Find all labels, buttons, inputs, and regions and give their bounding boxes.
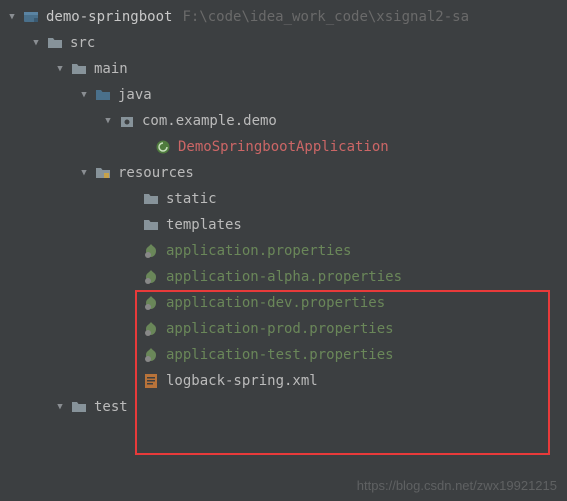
project-tree: demo-springboot F:\code\idea_work_code\x…	[0, 0, 567, 424]
node-label: application-prod.properties	[166, 321, 394, 337]
tree-node-templates[interactable]: templates	[0, 212, 567, 238]
node-label: application.properties	[166, 243, 351, 259]
spring-config-icon	[142, 320, 160, 338]
spring-config-icon	[142, 242, 160, 260]
node-label: main	[94, 61, 128, 77]
spring-boot-icon	[154, 138, 172, 156]
tree-node-logback[interactable]: logback-spring.xml	[0, 368, 567, 394]
chevron-down-icon[interactable]	[6, 11, 18, 23]
tree-node-properties[interactable]: application.properties	[0, 238, 567, 264]
node-label: DemoSpringbootApplication	[178, 139, 389, 155]
node-label: templates	[166, 217, 242, 233]
project-path: F:\code\idea_work_code\xsignal2-sa	[182, 9, 469, 25]
folder-icon	[46, 34, 64, 52]
node-label: test	[94, 399, 128, 415]
tree-node-test[interactable]: test	[0, 394, 567, 420]
source-folder-icon	[94, 86, 112, 104]
tree-node-properties[interactable]: application-alpha.properties	[0, 264, 567, 290]
spring-config-icon	[142, 294, 160, 312]
tree-node-static[interactable]: static	[0, 186, 567, 212]
resources-folder-icon	[94, 164, 112, 182]
tree-node-resources[interactable]: resources	[0, 160, 567, 186]
node-label: static	[166, 191, 217, 207]
chevron-down-icon[interactable]	[54, 401, 66, 413]
chevron-down-icon[interactable]	[102, 115, 114, 127]
node-label: src	[70, 35, 95, 51]
node-label: com.example.demo	[142, 113, 277, 129]
tree-node-java[interactable]: java	[0, 82, 567, 108]
project-name: demo-springboot	[46, 9, 172, 25]
tree-node-src[interactable]: src	[0, 30, 567, 56]
spring-config-icon	[142, 268, 160, 286]
watermark: https://blog.csdn.net/zwx19921215	[357, 478, 557, 493]
node-label: java	[118, 87, 152, 103]
node-label: application-test.properties	[166, 347, 394, 363]
folder-icon	[142, 190, 160, 208]
tree-node-main-class[interactable]: DemoSpringbootApplication	[0, 134, 567, 160]
module-icon	[22, 8, 40, 26]
node-label: application-alpha.properties	[166, 269, 402, 285]
xml-file-icon	[142, 372, 160, 390]
node-label: logback-spring.xml	[166, 373, 318, 389]
folder-icon	[70, 60, 88, 78]
tree-node-root[interactable]: demo-springboot F:\code\idea_work_code\x…	[0, 4, 567, 30]
tree-node-main[interactable]: main	[0, 56, 567, 82]
node-label: application-dev.properties	[166, 295, 385, 311]
chevron-down-icon[interactable]	[54, 63, 66, 75]
folder-icon	[142, 216, 160, 234]
folder-icon	[70, 398, 88, 416]
node-label: resources	[118, 165, 194, 181]
spring-config-icon	[142, 346, 160, 364]
chevron-down-icon[interactable]	[30, 37, 42, 49]
tree-node-properties[interactable]: application-dev.properties	[0, 290, 567, 316]
tree-node-properties[interactable]: application-test.properties	[0, 342, 567, 368]
chevron-down-icon[interactable]	[78, 167, 90, 179]
tree-node-properties[interactable]: application-prod.properties	[0, 316, 567, 342]
package-icon	[118, 112, 136, 130]
tree-node-package[interactable]: com.example.demo	[0, 108, 567, 134]
chevron-down-icon[interactable]	[78, 89, 90, 101]
